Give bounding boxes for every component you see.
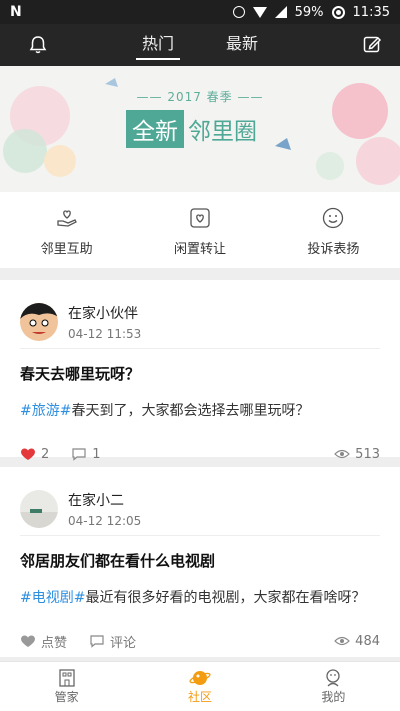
post-body-text: 春天到了，大家都会选择去哪里玩呀？ [71,403,310,419]
heart-hand-icon [57,210,77,227]
heart-filled-icon [21,448,35,460]
quick-actions: 邻里互助 闲置转让 投诉表扬 [0,192,400,268]
post-tag[interactable]: #旅游# [20,403,71,419]
quick-second-hand-label: 闲置转让 [173,242,226,257]
heart-outline-icon [21,635,35,647]
battery-ring-icon [331,5,345,19]
comment-button[interactable]: 评论 [89,632,136,651]
like-button[interactable]: 点赞 [20,632,67,651]
heart-box-icon [190,208,210,228]
eye-icon [334,636,351,646]
tab-butler[interactable]: 管家 [0,662,133,711]
planet-icon [189,671,211,685]
signal-icon [274,6,287,18]
status-bar: N 59% 11:35 [0,0,400,24]
promo-banner[interactable]: —— 2017 春季 —— 全新 邻里圈 [0,66,400,192]
post-body: #电视剧#最近有很多好看的电视剧，大家都在看啥呀？ [0,571,400,607]
post-card[interactable]: 在家小伙伴 04-12 11:53 春天去哪里玩呀？ #旅游#春天到了，大家都会… [0,280,400,462]
post-time: 04-12 11:53 [68,327,142,341]
like-label: 点赞 [41,635,68,651]
comment-label: 评论 [110,635,137,651]
tab-latest[interactable]: 最新 [220,24,264,66]
tab-me-label: 我的 [321,690,346,704]
building-icon [59,669,75,687]
view-count: 484 [334,634,380,649]
wifi-icon [252,6,267,18]
profile-icon [326,669,340,687]
landscape-avatar-icon [20,490,58,528]
banner-title-highlight: 全新 [126,110,184,148]
like-count: 2 [41,446,50,462]
tab-hot[interactable]: 热门 [135,24,181,66]
post-card[interactable]: 在家小二 04-12 12:05 邻居朋友们都在看什么电视剧 #电视剧#最近有很… [0,467,400,657]
notification-logo: N [10,4,22,20]
smile-icon [323,207,344,229]
post-tag[interactable]: #电视剧# [20,590,85,606]
post-body-text: 最近有很多好看的电视剧，大家都在看啥呀？ [85,590,366,606]
post-title: 春天去哪里玩呀？ [20,365,141,383]
comment-count: 1 [92,446,101,462]
banner-title-rest: 邻里圈 [188,119,257,145]
post-body: #旅游#春天到了，大家都会选择去哪里玩呀？ [0,384,400,420]
comment-icon [72,448,86,461]
view-count: 513 [334,447,380,462]
quick-second-hand[interactable]: 闲置转让 [133,192,266,268]
author-name[interactable]: 在家小伙伴 [68,303,141,323]
view-count-value: 484 [355,633,380,649]
avatar[interactable] [20,490,58,528]
quick-feedback[interactable]: 投诉表扬 [267,192,400,268]
author-name[interactable]: 在家小二 [68,490,141,510]
clock: 11:35 [352,4,390,20]
tab-community-label: 社区 [187,690,212,704]
comment-button[interactable]: 1 [71,446,101,462]
bottom-tab-bar: 管家 社区 我的 [0,661,400,711]
quick-neighbor-help[interactable]: 邻里互助 [0,192,133,268]
post-time: 04-12 12:05 [68,514,142,528]
tab-me[interactable]: 我的 [267,662,400,711]
banner-title: 全新 邻里圈 [126,110,261,148]
quick-feedback-label: 投诉表扬 [307,242,360,257]
tab-butler-label: 管家 [54,690,79,704]
view-count-value: 513 [355,446,380,462]
post-title: 邻居朋友们都在看什么电视剧 [20,552,216,570]
tab-community[interactable]: 社区 [133,662,266,711]
comment-icon [90,635,104,648]
like-button[interactable]: 2 [20,447,49,462]
avatar[interactable] [20,303,58,341]
battery-level: 59% [294,4,324,20]
alarm-icon [232,6,245,18]
eye-icon [334,449,351,459]
top-nav: 热门 最新 [0,24,400,66]
quick-neighbor-help-label: 邻里互助 [40,242,93,257]
cartoon-avatar-icon [20,303,58,341]
banner-subtitle: —— 2017 春季 —— [136,90,264,104]
edit-icon[interactable] [362,34,382,54]
